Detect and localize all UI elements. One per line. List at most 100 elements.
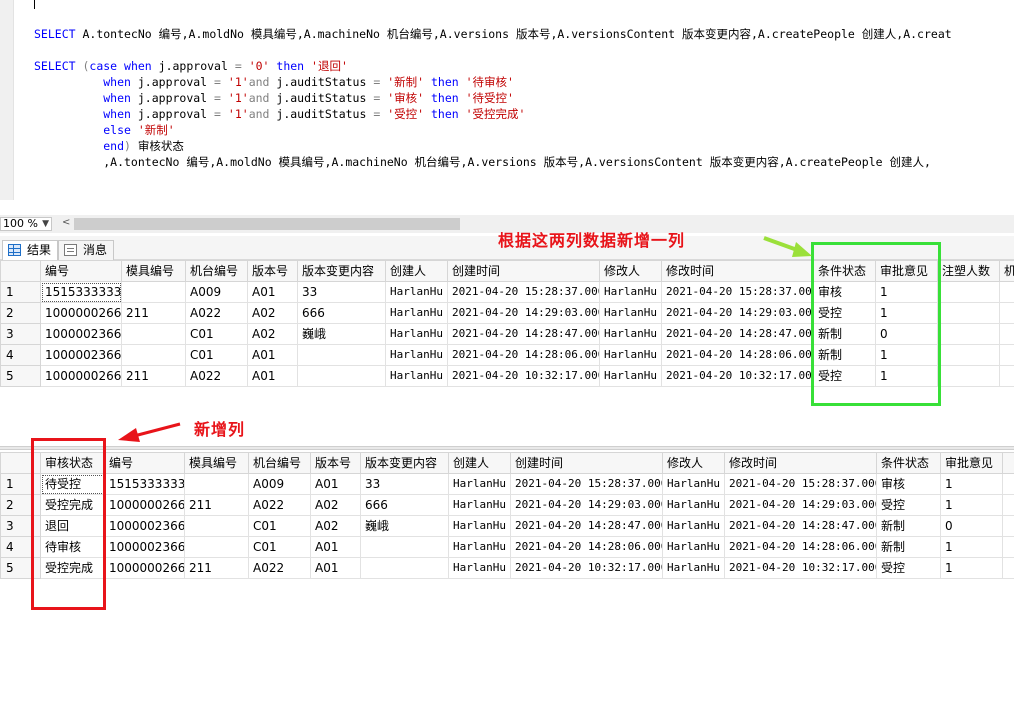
- row-number[interactable]: 4: [0, 344, 41, 366]
- table-cell[interactable]: 2021-04-20 14:29:03.000: [510, 494, 663, 516]
- table-cell[interactable]: A01: [310, 557, 361, 579]
- table-cell[interactable]: 2021-04-20 15:28:37.000: [661, 281, 814, 303]
- row-number[interactable]: 2: [0, 302, 41, 324]
- column-header[interactable]: 注塑人数: [937, 260, 1000, 282]
- table-cell[interactable]: A01: [310, 473, 361, 495]
- table-cell[interactable]: [999, 323, 1014, 345]
- table-cell[interactable]: A022: [185, 365, 248, 387]
- table-cell[interactable]: [360, 557, 449, 579]
- table-cell[interactable]: 0: [940, 515, 1003, 537]
- table-cell[interactable]: [184, 536, 249, 558]
- table-cell[interactable]: 1: [940, 494, 1003, 516]
- column-header[interactable]: 修改人: [599, 260, 662, 282]
- table-cell[interactable]: HarlanHu: [662, 515, 725, 537]
- table-cell[interactable]: A01: [247, 281, 298, 303]
- table-row[interactable]: 2受控完成10000002666211A022A02666HarlanHu202…: [0, 494, 1014, 516]
- table-cell[interactable]: 受控: [876, 494, 941, 516]
- table-cell[interactable]: [360, 536, 449, 558]
- scroll-left-icon[interactable]: <: [62, 217, 70, 228]
- table-cell[interactable]: 10000002666: [40, 365, 122, 387]
- table-cell[interactable]: [937, 344, 1000, 366]
- table-cell[interactable]: 10000023665: [40, 344, 122, 366]
- table-cell[interactable]: 33: [297, 281, 386, 303]
- table-cell[interactable]: 2021-04-20 14:28:06.000: [661, 344, 814, 366]
- column-header[interactable]: [0, 260, 41, 282]
- column-header[interactable]: 版本变更内容: [360, 452, 449, 474]
- table-cell[interactable]: 2021-04-20 14:28:47.000: [724, 515, 877, 537]
- table-cell[interactable]: 受控: [876, 557, 941, 579]
- table-cell[interactable]: HarlanHu: [662, 536, 725, 558]
- table-cell[interactable]: 新制: [876, 515, 941, 537]
- table-cell[interactable]: HarlanHu: [448, 557, 511, 579]
- table-cell[interactable]: 1: [940, 557, 1003, 579]
- table-cell[interactable]: 10000002666: [104, 494, 185, 516]
- table-row[interactable]: 4待审核10000023665C01A01HarlanHu2021-04-20 …: [0, 536, 1014, 558]
- table-cell[interactable]: [184, 515, 249, 537]
- table-cell[interactable]: [297, 365, 386, 387]
- column-header[interactable]: 编号: [40, 260, 122, 282]
- column-header[interactable]: 机台编号: [185, 260, 248, 282]
- table-cell[interactable]: HarlanHu: [448, 536, 511, 558]
- table-cell[interactable]: 2021-04-20 10:32:17.000: [447, 365, 600, 387]
- table-cell[interactable]: 2021-04-20 14:28:47.000: [447, 323, 600, 345]
- column-header[interactable]: 修改时间: [724, 452, 877, 474]
- table-cell[interactable]: HarlanHu: [385, 344, 448, 366]
- table-cell[interactable]: HarlanHu: [599, 302, 662, 324]
- table-cell[interactable]: 2021-04-20 14:28:06.000: [724, 536, 877, 558]
- table-cell[interactable]: HarlanHu: [599, 281, 662, 303]
- table-cell[interactable]: 2021-04-20 14:29:03.000: [661, 302, 814, 324]
- tab-messages[interactable]: 消息: [58, 240, 115, 260]
- table-cell[interactable]: 211: [121, 302, 186, 324]
- table-cell[interactable]: 2021-04-20 10:32:17.000: [724, 557, 877, 579]
- table-cell[interactable]: A022: [248, 494, 311, 516]
- table-cell[interactable]: A009: [185, 281, 248, 303]
- table-cell[interactable]: A022: [185, 302, 248, 324]
- table-cell[interactable]: HarlanHu: [662, 494, 725, 516]
- table-row[interactable]: 5受控完成10000002666211A022A01HarlanHu2021-0…: [0, 557, 1014, 579]
- table-cell[interactable]: HarlanHu: [599, 344, 662, 366]
- table-cell[interactable]: 巍峨: [360, 515, 449, 537]
- table-row[interactable]: 3退回10000023665C01A02巍峨HarlanHu2021-04-20…: [0, 515, 1014, 537]
- row-number[interactable]: 1: [0, 281, 41, 303]
- table-cell[interactable]: A01: [310, 536, 361, 558]
- table-cell[interactable]: 巍峨: [297, 323, 386, 345]
- table-cell[interactable]: [999, 344, 1014, 366]
- table-cell[interactable]: [1002, 536, 1014, 558]
- table-cell[interactable]: [1002, 473, 1014, 495]
- table-cell[interactable]: 211: [184, 557, 249, 579]
- column-header[interactable]: 创建时间: [510, 452, 663, 474]
- table-cell[interactable]: 2021-04-20 15:28:37.000: [510, 473, 663, 495]
- table-cell[interactable]: HarlanHu: [385, 302, 448, 324]
- table-cell[interactable]: 2021-04-20 14:29:03.000: [724, 494, 877, 516]
- table-cell[interactable]: 1: [940, 473, 1003, 495]
- column-header[interactable]: 创建人: [448, 452, 511, 474]
- table-cell[interactable]: HarlanHu: [448, 473, 511, 495]
- table-cell[interactable]: [999, 302, 1014, 324]
- table-cell[interactable]: [1002, 557, 1014, 579]
- table-cell[interactable]: 666: [360, 494, 449, 516]
- row-number[interactable]: 3: [0, 323, 41, 345]
- table-cell[interactable]: A02: [310, 494, 361, 516]
- table-cell[interactable]: A01: [247, 344, 298, 366]
- table-cell[interactable]: 15153333333: [104, 473, 185, 495]
- table-cell[interactable]: HarlanHu: [599, 365, 662, 387]
- table-cell[interactable]: HarlanHu: [599, 323, 662, 345]
- column-header[interactable]: 机: [999, 260, 1014, 282]
- table-cell[interactable]: [937, 323, 1000, 345]
- table-cell[interactable]: 2021-04-20 14:29:03.000: [447, 302, 600, 324]
- table-cell[interactable]: 1: [940, 536, 1003, 558]
- table-cell[interactable]: 2021-04-20 10:32:17.000: [661, 365, 814, 387]
- table-cell[interactable]: 10000002666: [40, 302, 122, 324]
- table-cell[interactable]: [999, 365, 1014, 387]
- table-cell[interactable]: 211: [184, 494, 249, 516]
- column-header[interactable]: 版本号: [310, 452, 361, 474]
- table-cell[interactable]: 666: [297, 302, 386, 324]
- table-cell[interactable]: 15153333333: [40, 281, 122, 303]
- table-cell[interactable]: [937, 302, 1000, 324]
- table-cell[interactable]: 211: [121, 365, 186, 387]
- table-cell[interactable]: [121, 344, 186, 366]
- table-cell[interactable]: 2021-04-20 14:28:47.000: [661, 323, 814, 345]
- table-cell[interactable]: [121, 323, 186, 345]
- table-cell[interactable]: 10000023665: [104, 515, 185, 537]
- table-cell[interactable]: C01: [248, 536, 311, 558]
